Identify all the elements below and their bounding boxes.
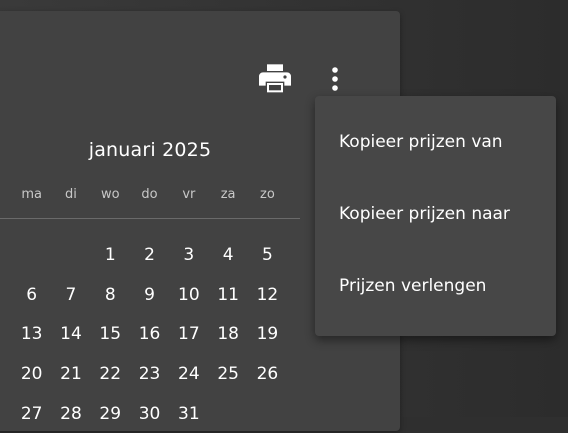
calendar-day[interactable]: 25	[208, 354, 247, 394]
calendar-day[interactable]: 2	[130, 235, 169, 275]
weekday-label: zo	[260, 187, 275, 202]
menu-item-extend-prices[interactable]: Prijzen verlengen	[315, 250, 556, 322]
calendar-day[interactable]: 10	[169, 275, 208, 315]
calendar-blank-cell	[51, 235, 90, 275]
more-vert-icon	[332, 67, 338, 91]
calendar-day[interactable]: 6	[12, 275, 51, 315]
weekday-label: za	[220, 187, 236, 202]
calendar-divider	[0, 218, 300, 219]
calendar-day[interactable]: 20	[12, 354, 51, 394]
calendar-day[interactable]: 31	[169, 394, 208, 433]
printer-icon	[259, 64, 291, 93]
weekday-label: di	[65, 187, 77, 202]
calendar-day[interactable]: 30	[130, 394, 169, 433]
calendar-day[interactable]: 15	[91, 314, 130, 354]
calendar-day[interactable]: 14	[51, 314, 90, 354]
calendar-day[interactable]: 7	[51, 275, 90, 315]
calendar-day[interactable]: 29	[91, 394, 130, 433]
weekday-header: ma di wo do vr za zo	[12, 187, 287, 202]
print-button[interactable]	[255, 59, 295, 99]
menu-item-copy-prices-to[interactable]: Kopieer prijzen naar	[315, 178, 556, 250]
weekday-label: ma	[21, 187, 42, 202]
calendar-day[interactable]: 22	[91, 354, 130, 394]
calendar-day[interactable]: 5	[248, 235, 287, 275]
weekday-label: do	[141, 187, 158, 202]
calendar-day[interactable]: 3	[169, 235, 208, 275]
calendar-day[interactable]: 23	[130, 354, 169, 394]
weekday-label: wo	[100, 187, 120, 202]
calendar-day[interactable]: 28	[51, 394, 90, 433]
calendar-day[interactable]: 9	[130, 275, 169, 315]
calendar-day[interactable]: 16	[130, 314, 169, 354]
calendar-day[interactable]: 4	[208, 235, 247, 275]
weekday-label: vr	[182, 187, 196, 202]
calendar-day[interactable]: 19	[248, 314, 287, 354]
calendar-day[interactable]: 21	[51, 354, 90, 394]
calendar-day[interactable]: 12	[248, 275, 287, 315]
calendar-day[interactable]: 18	[208, 314, 247, 354]
calendar-day[interactable]: 11	[208, 275, 247, 315]
calendar-blank-cell	[12, 235, 51, 275]
calendar-day[interactable]: 1	[91, 235, 130, 275]
context-menu: Kopieer prijzen van Kopieer prijzen naar…	[315, 96, 556, 336]
more-options-button[interactable]	[315, 59, 355, 99]
calendar-days-grid: 1 2 3 4 5 6 7 8 9 10 11 12 13 14 15 16 17 18 19 20 21 22 23 24 2…	[12, 235, 287, 433]
calendar-day[interactable]: 27	[12, 394, 51, 433]
calendar-day[interactable]: 13	[12, 314, 51, 354]
calendar-day[interactable]: 8	[91, 275, 130, 315]
calendar-day[interactable]: 26	[248, 354, 287, 394]
calendar-month-title: januari 2025	[88, 139, 212, 161]
calendar-day[interactable]: 17	[169, 314, 208, 354]
calendar-day[interactable]: 24	[169, 354, 208, 394]
menu-item-copy-prices-from[interactable]: Kopieer prijzen van	[315, 106, 556, 178]
